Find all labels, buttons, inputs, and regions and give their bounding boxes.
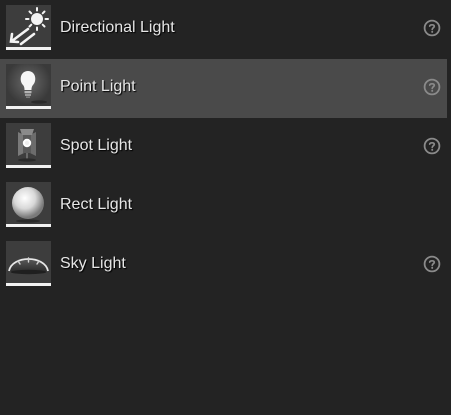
rect-light-icon <box>6 182 51 227</box>
point-light-thumbnail <box>6 64 51 109</box>
list-item-sky-light[interactable]: Sky Light <box>0 236 447 295</box>
item-label: Spot Light <box>60 137 133 154</box>
list-item-rect-light[interactable]: Rect Light <box>0 177 447 236</box>
directional-light-thumbnail <box>6 5 51 50</box>
item-label: Point Light <box>60 78 136 95</box>
rect-light-thumbnail <box>6 182 51 227</box>
thumbnail-underline <box>6 224 51 227</box>
question-circle-icon[interactable] <box>423 255 441 273</box>
item-label: Sky Light <box>60 255 126 272</box>
item-label: Directional Light <box>60 19 175 36</box>
list-item-spot-light[interactable]: Spot Light <box>0 118 447 177</box>
thumbnail-underline <box>6 106 51 109</box>
question-circle-icon[interactable] <box>423 78 441 96</box>
thumbnail-underline <box>6 283 51 286</box>
list-item-directional-light[interactable]: Directional Light <box>0 0 447 59</box>
thumbnail-underline <box>6 47 51 50</box>
thumbnail-underline <box>6 165 51 168</box>
directional-light-icon <box>6 5 51 50</box>
item-label: Rect Light <box>60 196 133 213</box>
list-item-point-light[interactable]: Point Light <box>0 59 447 118</box>
point-light-icon <box>6 64 51 109</box>
question-circle-icon[interactable] <box>423 137 441 155</box>
sky-light-icon <box>6 241 51 286</box>
sky-light-thumbnail <box>6 241 51 286</box>
question-circle-icon[interactable] <box>423 19 441 37</box>
light-actor-panel: Directional Light Point Light Spot Light… <box>0 0 451 415</box>
spot-light-icon <box>6 123 51 168</box>
light-actor-list: Directional Light Point Light Spot Light… <box>0 0 447 295</box>
spot-light-thumbnail <box>6 123 51 168</box>
